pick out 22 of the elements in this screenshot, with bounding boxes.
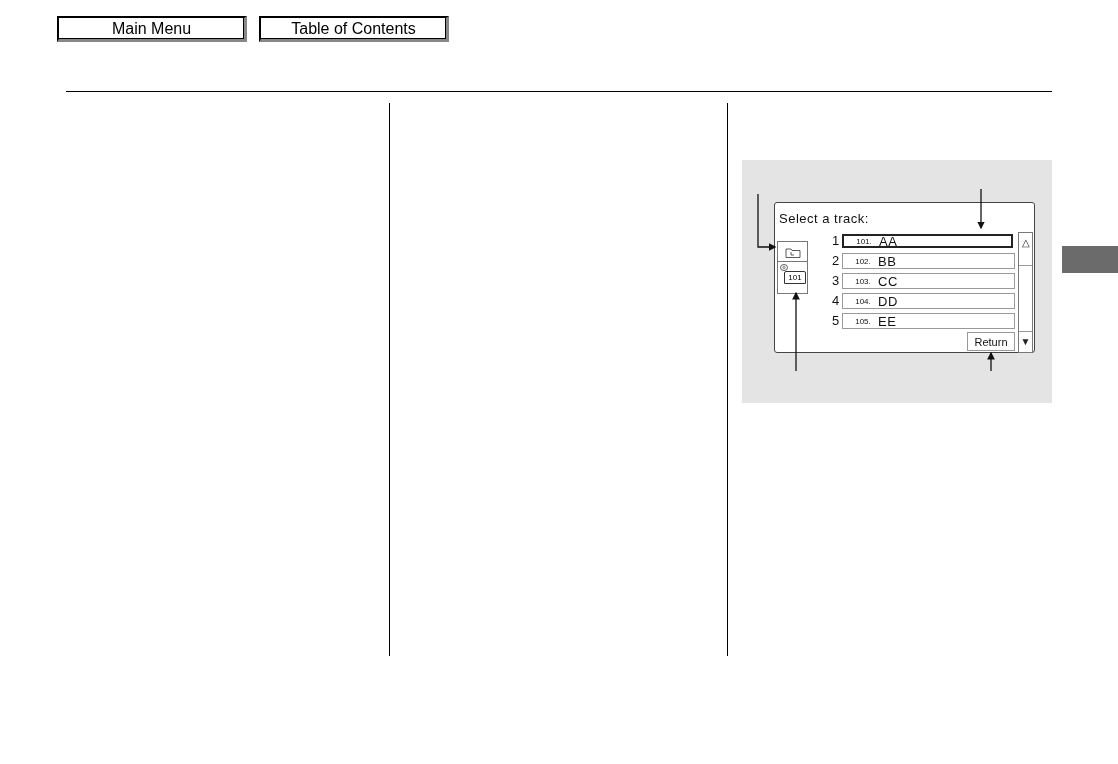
track-number: 3	[832, 272, 841, 290]
folder-number: 101	[788, 273, 802, 282]
folder-icon[interactable]	[784, 247, 801, 258]
track-item[interactable]: 101. AA	[842, 234, 1013, 248]
track-item[interactable]: 102. BB	[842, 253, 1015, 269]
track-item[interactable]: 105. EE	[842, 313, 1015, 329]
track-number: 1	[832, 232, 841, 250]
callout-arrow	[987, 351, 995, 372]
track-item[interactable]: 104. DD	[842, 293, 1015, 309]
return-button[interactable]: Return	[967, 332, 1015, 351]
nav-button[interactable]: Table of Contents	[259, 16, 449, 42]
nav-button[interactable]: Main Menu	[57, 16, 247, 42]
folder-icon[interactable]: 101	[784, 271, 806, 284]
callout-arrow	[977, 188, 985, 230]
track-number: 2	[832, 252, 841, 270]
track-number: 5	[832, 312, 841, 330]
scroll-bar[interactable]: △ ▼	[1018, 232, 1033, 353]
callout-arrow	[757, 193, 777, 251]
track-item[interactable]: 103. CC	[842, 273, 1015, 289]
track-number: 4	[832, 292, 841, 310]
disc-icon	[780, 264, 788, 271]
screen-title: Select a track:	[779, 211, 869, 226]
